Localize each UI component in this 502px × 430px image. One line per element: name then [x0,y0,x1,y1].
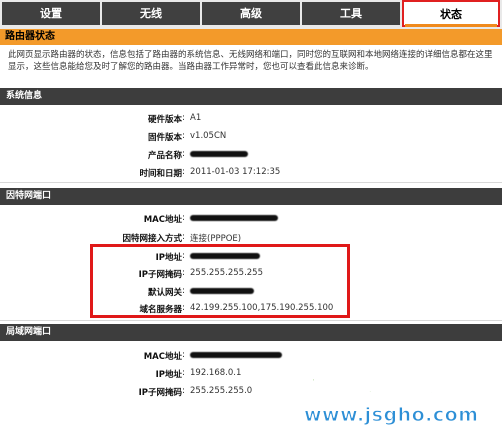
tab-setup[interactable]: 设置 [2,2,100,25]
colon: : [182,167,185,177]
section-title: 因特网端口 [6,191,52,201]
time-date-label: 时间和日期 [139,169,182,179]
divider [0,182,502,183]
top-nav: 设置 无线 高级 工具 状态 [0,0,502,29]
row-time-date: 时间和日期 : 2011-01-03 17:12:35 [0,167,502,183]
tab-label: 无线 [140,7,162,20]
tab-label: 设置 [40,7,62,20]
hardware-version-label: 硬件版本 [147,115,182,125]
wan-mac-label: MAC地址 [143,215,182,225]
colon: : [182,368,185,378]
time-date-value: 2011-01-03 17:12:35 [190,167,281,177]
colon: : [182,113,185,123]
access-type-value: 连接(PPPOE) [190,234,242,244]
row-wan-mac: MAC地址 : [0,213,502,229]
page-description: 此网页显示路由器的状态，信息包括了路由器的系统信息、无线网络和端口，同时您的互联… [8,50,493,72]
colon: : [182,350,185,360]
tab-advanced[interactable]: 高级 [202,2,300,25]
colon: : [182,386,185,396]
colon: : [182,149,185,159]
lan-mask-label: IP子网掩码 [138,388,182,398]
page-title-bar: 路由器状态 [0,29,502,45]
section-header-lan: 局域网端口 [0,324,502,341]
section-title: 局域网端口 [6,327,52,337]
tab-label: 工具 [340,7,362,20]
hardware-version-value: A1 [190,113,202,123]
tab-label: 高级 [240,7,262,20]
product-name-value-redacted [190,149,248,159]
section-title: 系统信息 [6,91,43,101]
product-name-label: 产品名称 [147,151,182,161]
lan-mac-value-redacted [190,350,282,360]
access-type-label: 因特网接入方式 [122,234,182,244]
section-header-system: 系统信息 [0,88,502,105]
lan-mac-label: MAC地址 [143,352,182,362]
wan-mac-value-redacted [190,213,278,223]
lan-ip-value: 192.168.0.1 [190,368,242,378]
tab-label: 状态 [405,3,497,27]
watermark: 技术员联盟 www.jsgho.com [295,352,502,430]
section-header-wan: 因特网端口 [0,188,502,205]
firmware-version-value: v1.05CN [190,131,227,141]
colon: : [182,232,185,242]
lan-ip-label: IP地址 [155,370,182,380]
divider [0,320,502,321]
watermark-title: 技术员联盟 [295,360,497,407]
tab-status[interactable]: 状态 [402,0,500,27]
page-title: 路由器状态 [5,31,55,42]
row-hardware-version: 硬件版本 : A1 [0,113,502,129]
firmware-version-label: 固件版本 [147,133,182,143]
row-product-name: 产品名称 : [0,149,502,165]
tab-wireless[interactable]: 无线 [102,2,200,25]
colon: : [182,213,185,223]
highlight-box [90,244,350,318]
colon: : [182,131,185,141]
row-firmware-version: 固件版本 : v1.05CN [0,131,502,147]
tab-tools[interactable]: 工具 [302,2,400,25]
watermark-url: www.jsgho.com [304,404,479,427]
lan-mask-value: 255.255.255.0 [190,386,253,396]
